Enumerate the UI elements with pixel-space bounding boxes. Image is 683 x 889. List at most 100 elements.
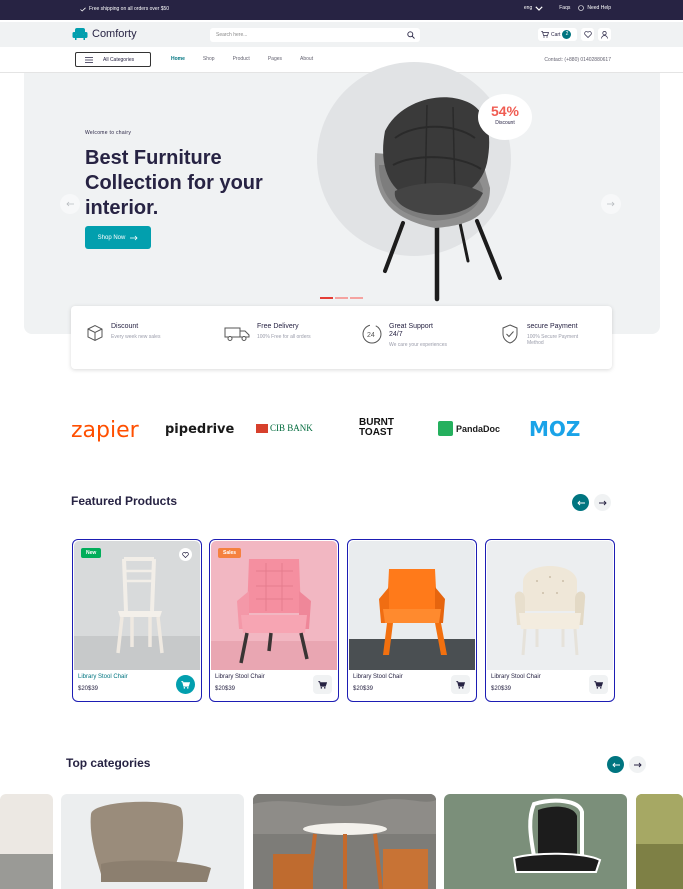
add-to-cart-button[interactable]	[313, 675, 332, 694]
product-image[interactable]	[349, 541, 475, 670]
pandadoc-name: PandaDoc	[456, 423, 501, 434]
arrow-right-icon	[607, 201, 615, 207]
brand-logo-burnt-toast: BURNT TOAST	[359, 417, 394, 438]
feature-desc: We care your experiences	[389, 342, 447, 348]
product-image[interactable]	[487, 541, 613, 670]
brand-logo-pandadoc: PandaDoc	[438, 421, 500, 436]
product-name[interactable]: Library Stool Chair	[215, 674, 265, 680]
new-badge: New	[81, 548, 102, 558]
product-image[interactable]	[211, 541, 337, 670]
hero-title: Best Furniture Collection for your inter…	[85, 147, 263, 219]
language-value: eng	[523, 5, 533, 11]
header: Comforty Search here... Cart 2	[0, 22, 683, 47]
category-card[interactable]	[253, 794, 436, 889]
hero-slider-dots	[320, 297, 363, 299]
product-price: $20$39	[78, 686, 99, 692]
featured-products-title: Featured Products	[71, 494, 178, 508]
category-image	[253, 794, 436, 889]
nav-link-about[interactable]: About	[300, 56, 313, 62]
slider-dot[interactable]	[350, 297, 363, 299]
arrow-right-icon	[130, 235, 138, 240]
search-input[interactable]: Search here...	[210, 28, 420, 42]
product-name[interactable]: Library Stool Chair	[78, 674, 128, 680]
featured-next-button[interactable]	[594, 494, 611, 511]
search-placeholder: Search here...	[216, 32, 248, 38]
nav-link-home[interactable]: Home	[171, 56, 185, 62]
feature-desc: 100% Free for all orders	[257, 334, 311, 340]
top-categories-title: Top categories	[66, 756, 151, 770]
add-to-cart-button[interactable]	[451, 675, 470, 694]
chevron-down-icon	[535, 5, 543, 11]
nav-link-shop[interactable]: Shop	[203, 56, 215, 62]
category-card[interactable]	[444, 794, 627, 889]
all-categories-button[interactable]: All Categories	[75, 52, 151, 67]
feature-discount: Discount Every week new sales	[85, 323, 169, 343]
brand-logos: zapier pipedrive CIB BANK BURNT TOAST Pa…	[0, 410, 683, 450]
need-help-link[interactable]: Need Help	[578, 5, 611, 11]
product-price: $20$39	[353, 686, 374, 692]
product-name[interactable]: Library Stool Chair	[491, 674, 541, 680]
slider-dot[interactable]	[335, 297, 348, 299]
contact-info: Contact: (+880) 01402880617	[544, 57, 611, 63]
category-card[interactable]	[61, 794, 244, 889]
discount-label: Discount	[495, 120, 515, 126]
slider-dot[interactable]	[320, 297, 333, 299]
product-card[interactable]: Sales Library Stool Chair $20$39	[209, 539, 339, 702]
nav-link-product[interactable]: Product	[233, 56, 250, 62]
search-icon[interactable]	[407, 31, 415, 39]
shield-icon	[502, 324, 518, 344]
product-price: $20$39	[215, 686, 236, 692]
category-image	[636, 794, 683, 889]
feature-free-delivery: Free Delivery 100% Free for all orders	[223, 323, 315, 343]
category-image	[0, 854, 53, 889]
category-card[interactable]	[0, 794, 53, 889]
shop-now-button[interactable]: Shop Now	[85, 226, 151, 249]
product-card[interactable]: Library Stool Chair $20$39	[347, 539, 477, 702]
faqs-link[interactable]: Faqs	[559, 5, 570, 11]
add-to-cart-button[interactable]	[589, 675, 608, 694]
categories-next-button[interactable]	[629, 756, 646, 773]
hero-next-button[interactable]	[601, 194, 621, 214]
wishlist-toggle[interactable]	[179, 548, 192, 561]
discount-percent: 54%	[490, 103, 520, 119]
feature-title: secure Payment	[527, 323, 578, 330]
logo[interactable]: Comforty	[72, 27, 137, 41]
sofa-logo-icon	[72, 28, 88, 40]
product-price: $20$39	[491, 686, 512, 692]
wishlist-button[interactable]	[581, 28, 594, 41]
cart-button[interactable]: Cart 2	[538, 28, 577, 41]
hero-prev-button[interactable]	[60, 194, 80, 214]
arrow-right-icon	[633, 762, 642, 767]
box-icon	[87, 324, 103, 342]
featured-prev-button[interactable]	[572, 494, 589, 511]
product-image[interactable]	[74, 541, 200, 670]
brand-logo-moz: MOZ	[529, 417, 581, 441]
add-to-cart-button[interactable]	[176, 675, 195, 694]
arrow-left-icon	[611, 762, 620, 767]
hero-eyebrow: Welcome to chairy	[85, 130, 132, 136]
arrow-right-icon	[598, 500, 607, 505]
categories-prev-button[interactable]	[607, 756, 624, 773]
shipping-notice: Free shipping on all orders over $50	[80, 6, 169, 12]
account-button[interactable]	[598, 28, 611, 41]
all-categories-label: All Categories	[103, 56, 135, 63]
product-card[interactable]: New Library Stool Chair $20$39	[72, 539, 202, 702]
feature-title: Free Delivery	[257, 323, 299, 330]
arrow-left-icon	[66, 201, 74, 207]
brand-logo-zapier: zapier	[71, 418, 139, 443]
truck-icon	[224, 327, 250, 341]
product-name[interactable]: Library Stool Chair	[353, 674, 403, 680]
language-select[interactable]: eng	[524, 5, 543, 11]
nav-link-pages[interactable]: Pages	[268, 56, 282, 62]
shipping-text: Free shipping on all orders over $50	[89, 6, 170, 12]
need-help-label: Need Help	[587, 5, 611, 11]
orange-chair-image	[349, 569, 475, 670]
menu-icon	[85, 56, 93, 63]
category-card[interactable]	[636, 794, 683, 889]
product-card[interactable]: Library Stool Chair $20$39	[485, 539, 615, 702]
support-icon: 24	[362, 324, 382, 344]
nav-links: Home Shop Product Pages About	[171, 56, 313, 62]
category-image	[512, 798, 602, 873]
cart-icon	[456, 680, 465, 689]
feature-support: 24 Great Support 24/7 We care your exper…	[361, 323, 447, 348]
